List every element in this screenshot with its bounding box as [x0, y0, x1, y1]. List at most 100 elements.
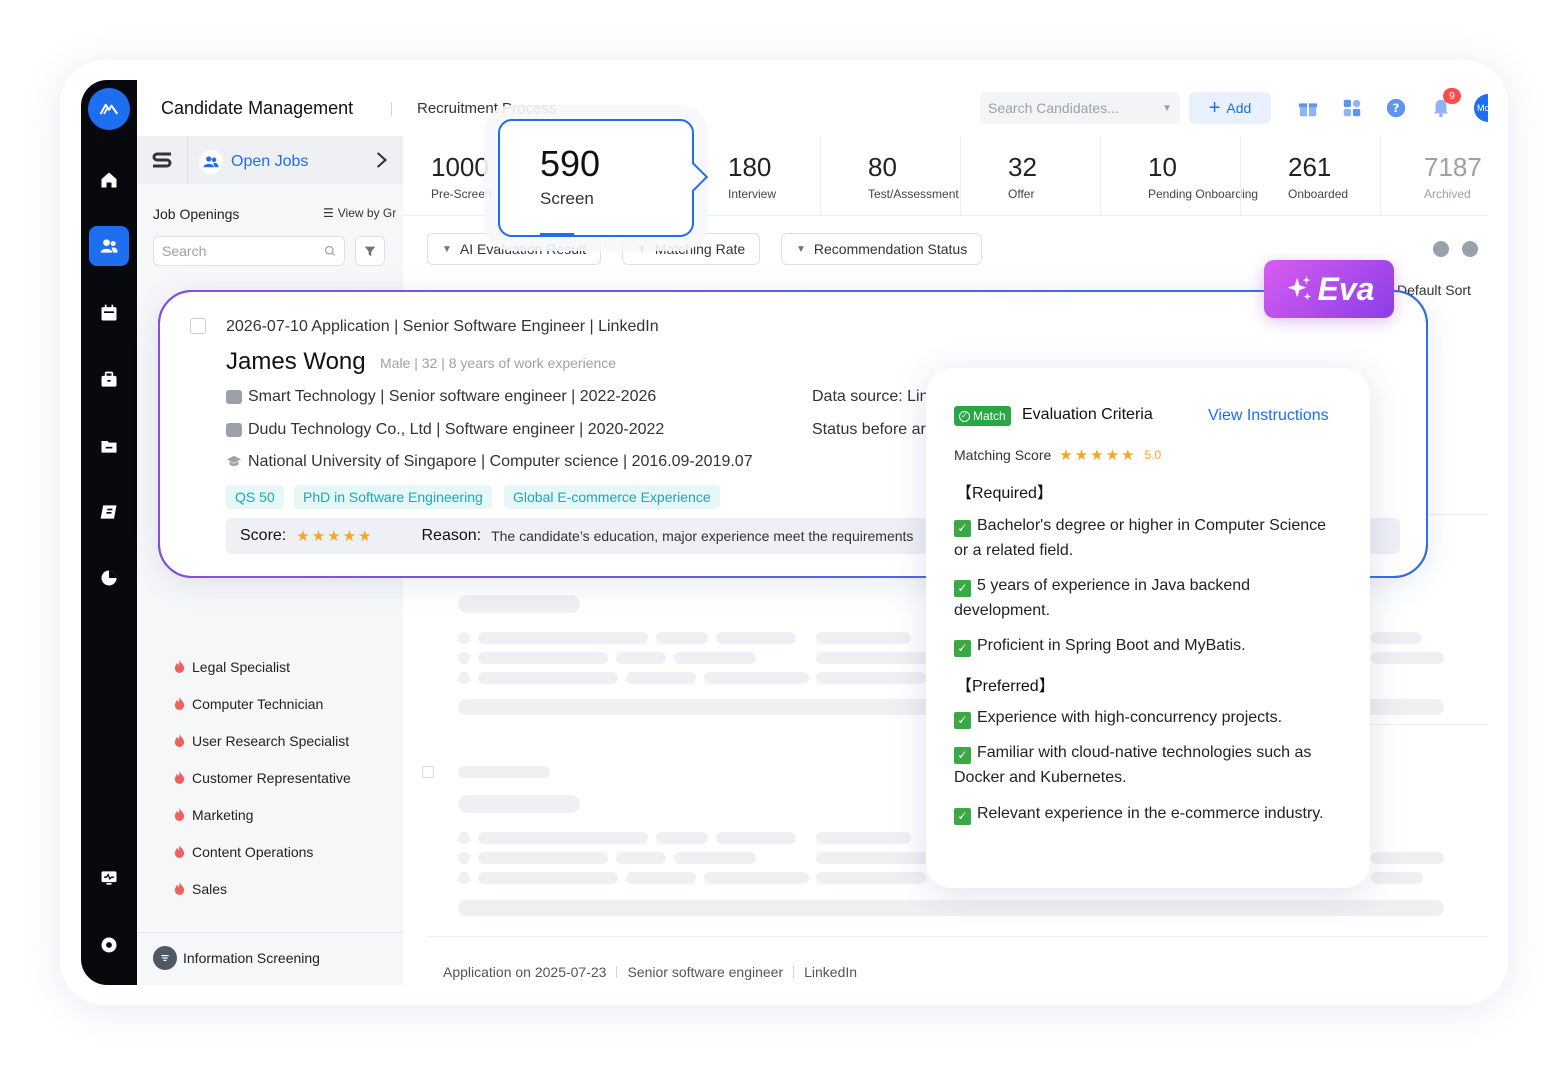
row-checkbox[interactable] [422, 766, 434, 778]
candidate-meta: Male | 32 | 8 years of work experience [380, 355, 617, 371]
stage-screen-highlight[interactable]: 590 Screen [498, 119, 709, 237]
stage-pending-onboarding[interactable]: 10 Pending Onboarding [1120, 136, 1258, 216]
text-divider [616, 966, 618, 978]
criterion-item: ✓ Experience with high-concurrency projec… [954, 705, 1344, 730]
application-role: Senior software engineer [627, 964, 784, 980]
calendar-icon[interactable] [89, 293, 129, 333]
fire-icon [174, 734, 185, 747]
skeleton-bar [458, 652, 470, 664]
experience-text: Dudu Technology Co., Ltd | Software engi… [248, 421, 665, 438]
sidebar-job-item[interactable]: User Research Specialist [173, 722, 351, 759]
tag: Global E-commerce Experience [504, 485, 720, 509]
skeleton-bar [716, 632, 796, 644]
skeleton-bar [478, 832, 648, 844]
stage-divider [820, 136, 821, 216]
stage-interview[interactable]: 180 Interview [700, 136, 776, 216]
fire-icon [174, 808, 185, 821]
skeleton-bar [458, 632, 470, 644]
sidebar-job-item[interactable]: Sales [173, 870, 351, 907]
star-rating: ★★★★★ [296, 528, 374, 545]
experience-item: Dudu Technology Co., Ltd | Software engi… [226, 421, 664, 439]
score-label: Score: [240, 527, 287, 544]
help-circle-icon[interactable] [1433, 241, 1449, 257]
sidebar-job-item[interactable]: Computer Technician [173, 685, 351, 722]
job-search-placeholder: Search [162, 243, 207, 259]
chevron-right-icon[interactable] [375, 150, 389, 175]
filter-recommendation-status[interactable]: ▼ Recommendation Status [781, 233, 983, 265]
checkbox-checked-icon: ✓ [954, 712, 971, 729]
match-badge-label: Match [973, 409, 1006, 423]
filter-label: AI Evaluation Result [459, 241, 586, 257]
open-jobs-selector[interactable]: Open Jobs [199, 150, 308, 174]
candidates-icon[interactable] [89, 226, 129, 266]
home-icon[interactable] [89, 160, 129, 200]
job-item-label: User Research Specialist [192, 732, 350, 749]
skeleton-bar [478, 632, 648, 644]
skeleton-bar [478, 672, 618, 684]
chart-pie-icon[interactable] [89, 558, 129, 598]
eva-ai-badge[interactable]: Eva [1264, 260, 1394, 318]
board-icon[interactable] [89, 492, 129, 532]
job-search-input[interactable]: Search [153, 236, 345, 266]
settings-circle-icon[interactable] [1462, 241, 1478, 257]
apps-icon[interactable] [1338, 94, 1366, 122]
bell-icon[interactable]: 9 [1427, 88, 1461, 122]
criterion-item: ✓ Bachelor's degree or higher in Computer… [954, 513, 1344, 563]
row-divider [1361, 724, 1488, 725]
job-list: Legal Specialist Computer Technician User … [173, 648, 351, 907]
filter-button[interactable] [355, 236, 385, 266]
sidebar-job-item[interactable]: Marketing [173, 796, 351, 833]
filter-ai-evaluation[interactable]: ▼ AI Evaluation Result [427, 233, 601, 265]
stage-test-assessment[interactable]: 80 Test/Assessment [840, 136, 959, 216]
criterion-item: ✓ Proficient in Spring Boot and MyBatis. [954, 633, 1344, 658]
search-icon [324, 245, 335, 256]
sidebar-job-item[interactable]: Legal Specialist [173, 648, 351, 685]
skeleton-bar [816, 632, 911, 644]
help-icon[interactable]: ? [1382, 94, 1410, 122]
candidate-name[interactable]: James Wong [226, 348, 366, 376]
information-screening-link[interactable]: Information Screening [153, 946, 320, 970]
next-application-line: Application on 2025-07-23 Senior softwar… [443, 964, 857, 980]
stage-label: Interview [728, 187, 777, 201]
briefcase-icon[interactable] [89, 360, 129, 400]
briefcase-icon [226, 423, 242, 437]
add-button[interactable]: + Add [1189, 92, 1271, 124]
stage-label: Offer [1008, 187, 1035, 201]
view-by-toggle[interactable]: ☰ View by Gr [323, 206, 403, 220]
skeleton-bar [478, 652, 608, 664]
stage-offer[interactable]: 32 Offer [980, 136, 1037, 216]
stage-pre-screen[interactable]: 1000 Pre-Screen [403, 136, 492, 216]
stage-archived[interactable]: 7187 Archived [1396, 136, 1482, 216]
monitor-icon[interactable] [89, 858, 129, 898]
stage-divider [1240, 136, 1241, 216]
sidebar-job-item[interactable]: Customer Representative [173, 759, 351, 796]
people-icon [199, 150, 223, 174]
stage-onboarded[interactable]: 261 Onboarded [1260, 136, 1348, 216]
skeleton-bar [816, 672, 926, 684]
matching-score: Matching Score ★★★★★ 5.0 [954, 446, 1161, 464]
application-date: Application on 2025-07-23 [443, 964, 607, 980]
logo-icon [99, 103, 119, 115]
stage-count: 261 [1288, 152, 1332, 182]
stage-divider [1380, 136, 1381, 216]
candidate-search-input[interactable]: Search Candidates... ▼ [980, 92, 1180, 124]
settings-icon[interactable] [89, 925, 129, 965]
job-openings-heading: Job Openings [153, 206, 240, 222]
stage-count: 80 [868, 152, 897, 182]
match-badge: ✓ Match [954, 406, 1011, 426]
view-instructions-link[interactable]: View Instructions [1208, 407, 1329, 425]
sidebar-job-item[interactable]: Content Operations [173, 833, 351, 870]
avatar[interactable]: Mc [1474, 94, 1488, 122]
folder-icon[interactable] [89, 426, 129, 466]
skeleton-bar [656, 832, 708, 844]
skeleton-bar [458, 872, 470, 884]
filter-matching-rate[interactable]: ▼ Matching Rate [622, 233, 761, 265]
gift-icon[interactable] [1294, 94, 1322, 122]
switch-icon[interactable] [149, 148, 175, 172]
caret-down-icon: ▼ [637, 243, 647, 255]
candidate-checkbox[interactable] [190, 318, 206, 334]
star-rating: ★★★★★ [1059, 447, 1137, 464]
app-logo[interactable] [88, 88, 130, 130]
tab-recruitment-process[interactable]: Recruitment Process [417, 100, 556, 117]
caret-down-icon: ▼ [442, 243, 452, 255]
